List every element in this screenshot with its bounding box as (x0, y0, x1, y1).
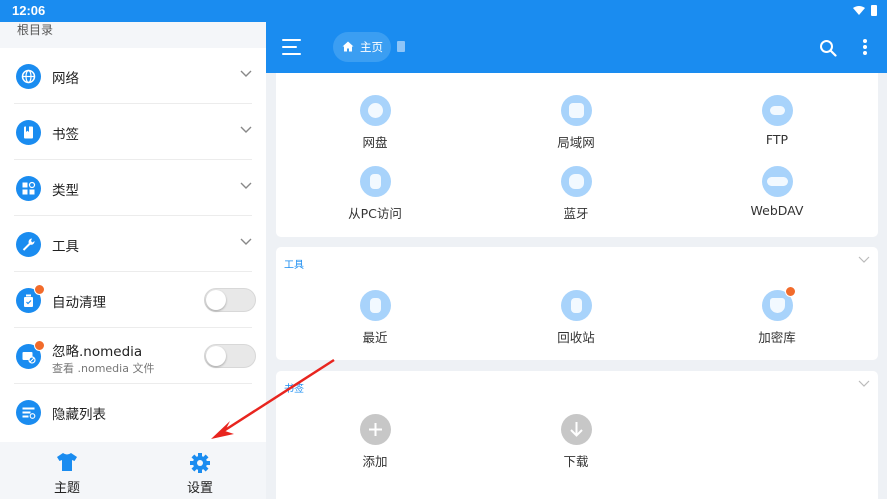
gear-icon (190, 453, 210, 473)
toggle-knob (206, 346, 226, 366)
drawer-item-bookmarks[interactable]: 书签 (0, 104, 266, 160)
settings-label: 设置 (186, 481, 213, 496)
drawer-item-label: 隐藏列表 (52, 407, 106, 423)
premium-crown-icon (34, 340, 45, 351)
document-icon (397, 41, 405, 52)
tile-label: 局域网 (557, 135, 595, 150)
theme-label: 主题 (53, 481, 80, 496)
breadcrumb-home[interactable]: 主页 (333, 32, 391, 62)
chevron-down-icon[interactable] (240, 70, 252, 78)
toggle-knob (206, 290, 226, 310)
tile-pc-access[interactable]: 从PC访问 (315, 166, 435, 226)
tile-ftp[interactable]: FTP (717, 95, 837, 155)
drawer-list: 网络 书签 类型 工具 自动清理 忽略.nomedia 查看 .nomedia … (0, 48, 266, 463)
drawer-item-label: 书签 (52, 127, 79, 143)
hidden-list-icon (16, 400, 41, 425)
bookmark-icon (16, 120, 41, 145)
root-directory-label: 根目录 (17, 23, 54, 37)
tile-label: 加密库 (758, 330, 796, 345)
tile-label: 网盘 (362, 135, 388, 150)
chevron-down-icon[interactable] (240, 238, 252, 246)
theme-button[interactable]: 主题 (27, 448, 107, 496)
chevron-down-icon[interactable] (858, 380, 870, 388)
category-icon (16, 176, 41, 201)
ftp-icon (762, 95, 793, 126)
chevron-down-icon[interactable] (240, 182, 252, 190)
tools-section: 工具 最近 回收站 加密库 (276, 247, 878, 360)
pc-access-icon (360, 166, 391, 197)
menu-icon[interactable] (282, 39, 302, 55)
tile-bluetooth[interactable]: 蓝牙 (516, 166, 636, 226)
network-section: 网盘 局域网 FTP 从PC访问 蓝牙 WebDAV (276, 73, 878, 237)
bluetooth-icon (561, 166, 592, 197)
add-icon (360, 414, 391, 445)
drawer-item-tools[interactable]: 工具 (0, 216, 266, 272)
tile-webdav[interactable]: WebDAV (717, 166, 837, 226)
webdav-icon (762, 166, 793, 197)
drawer-item-nomedia: 忽略.nomedia 查看 .nomedia 文件 (0, 328, 266, 384)
chevron-down-icon[interactable] (240, 126, 252, 134)
app-bar: 主页 (266, 22, 887, 73)
drawer-header: 根目录 (0, 22, 266, 48)
wrench-icon (16, 232, 41, 257)
bookmarks-section: 书签 添加 下载 (276, 371, 878, 499)
status-time: 12:06 (12, 3, 46, 18)
tile-download[interactable]: 下载 (516, 414, 636, 474)
tile-recycle-bin[interactable]: 回收站 (516, 290, 636, 350)
lan-icon (561, 95, 592, 126)
nomedia-toggle[interactable] (204, 344, 256, 368)
drawer-item-label: 忽略.nomedia (52, 344, 143, 360)
section-title: 工具 (284, 260, 304, 271)
cloud-icon (360, 95, 391, 126)
tile-label: 从PC访问 (348, 206, 402, 221)
drawer-footer: 主题 设置 (0, 442, 266, 499)
tile-label: 添加 (362, 454, 388, 469)
globe-icon (16, 64, 41, 89)
drawer-item-label: 网络 (52, 71, 79, 87)
drawer-item-category[interactable]: 类型 (0, 160, 266, 216)
recent-icon (360, 290, 391, 321)
tile-lan[interactable]: 局域网 (516, 95, 636, 155)
more-vert-icon[interactable] (863, 39, 867, 55)
premium-crown-icon (785, 286, 796, 297)
tile-label: 最近 (362, 330, 388, 345)
chevron-down-icon[interactable] (858, 256, 870, 264)
tshirt-icon (57, 453, 77, 471)
tile-add-bookmark[interactable]: 添加 (315, 414, 435, 474)
drawer-item-sublabel: 查看 .nomedia 文件 (52, 362, 155, 375)
tile-label: 回收站 (557, 330, 595, 345)
tile-cloud[interactable]: 网盘 (315, 95, 435, 155)
recycle-bin-icon (561, 290, 592, 321)
battery-icon (871, 5, 877, 16)
drawer-item-label: 类型 (52, 183, 79, 199)
drawer-item-network[interactable]: 网络 (0, 48, 266, 104)
section-title: 书签 (284, 384, 304, 395)
download-icon (561, 414, 592, 445)
auto-clean-toggle[interactable] (204, 288, 256, 312)
settings-button[interactable]: 设置 (160, 448, 240, 496)
breadcrumb-label: 主页 (360, 40, 383, 54)
status-bar: 12:06 (0, 0, 887, 22)
drawer-item-label: 自动清理 (52, 295, 106, 311)
drawer-item-auto-clean: 自动清理 (0, 272, 266, 328)
tile-label: FTP (765, 132, 789, 147)
premium-crown-icon (34, 284, 45, 295)
tile-label: 下载 (563, 454, 589, 469)
wifi-icon (853, 6, 865, 15)
search-icon[interactable] (819, 39, 837, 57)
navigation-drawer: 根目录 网络 书签 类型 工具 自动清理 忽略.nomedia 查看 .nome… (0, 22, 266, 499)
tile-label: WebDAV (750, 203, 804, 218)
drawer-item-label: 工具 (52, 239, 79, 255)
tile-vault[interactable]: 加密库 (717, 286, 837, 350)
home-icon (342, 41, 354, 52)
drawer-item-hidden-list[interactable]: 隐藏列表 (0, 384, 266, 440)
tile-recent[interactable]: 最近 (315, 290, 435, 350)
tile-label: 蓝牙 (563, 206, 589, 221)
